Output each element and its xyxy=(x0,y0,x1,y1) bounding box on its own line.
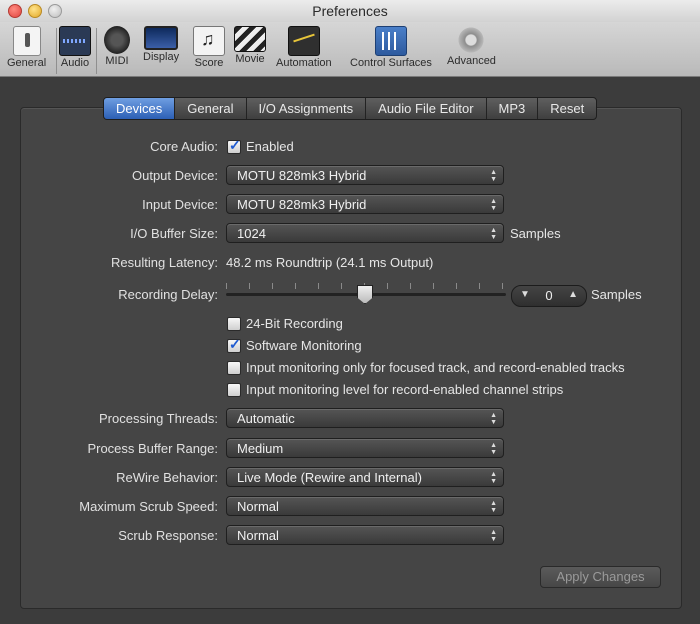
software-monitoring-label: Software Monitoring xyxy=(246,338,362,353)
toolbar-divider xyxy=(96,28,97,74)
max-scrub-speed-value: Normal xyxy=(237,499,279,514)
max-scrub-speed-label: Maximum Scrub Speed: xyxy=(79,499,218,514)
processing-threads-popup[interactable]: Automatic ▲ ▼ xyxy=(226,408,504,428)
popup-arrows-icon: ▲ ▼ xyxy=(490,471,497,485)
toolbar-movie[interactable]: Movie xyxy=(234,24,266,65)
core-audio-enabled-checkbox[interactable]: ✓ xyxy=(227,137,241,154)
max-scrub-speed-popup[interactable]: Normal ▲ ▼ xyxy=(226,496,504,516)
toolbar-advanced[interactable]: Advanced xyxy=(447,24,496,67)
input-monitoring-level-checkbox[interactable] xyxy=(227,383,241,397)
processing-threads-label: Processing Threads: xyxy=(99,411,218,426)
scrub-response-value: Normal xyxy=(237,528,279,543)
toolbar-control-surfaces[interactable]: Control Surfaces xyxy=(350,24,432,69)
automation-curve-icon xyxy=(287,26,320,56)
stepper-increment-icon[interactable]: ▲ xyxy=(568,289,578,300)
process-buffer-range-popup[interactable]: Medium ▲ ▼ xyxy=(226,438,504,458)
toolbar-general[interactable]: General xyxy=(7,24,46,69)
processing-threads-value: Automatic xyxy=(237,411,295,426)
tab-audio-file-editor[interactable]: Audio File Editor xyxy=(366,98,487,119)
display-monitor-icon xyxy=(144,26,179,50)
popup-arrows-icon: ▲ ▼ xyxy=(490,500,497,514)
checkmark-icon: ✓ xyxy=(229,137,241,153)
toolbar-advanced-label: Advanced xyxy=(447,55,496,67)
output-device-label: Output Device: xyxy=(132,168,218,183)
checkmark-icon: ✓ xyxy=(229,336,241,352)
preferences-toolbar: General Audio MIDI Display Score Movie A… xyxy=(0,22,700,77)
io-buffer-size-label: I/O Buffer Size: xyxy=(130,226,218,241)
popup-arrows-icon: ▲ ▼ xyxy=(490,227,497,241)
toolbar-display[interactable]: Display xyxy=(143,24,179,63)
24-bit-recording-checkbox[interactable] xyxy=(227,317,241,331)
tab-reset[interactable]: Reset xyxy=(538,98,596,119)
audio-waveform-icon xyxy=(59,26,91,56)
tab-devices[interactable]: Devices xyxy=(104,98,176,119)
io-buffer-size-unit: Samples xyxy=(510,226,561,241)
resulting-latency-label: Resulting Latency: xyxy=(111,255,218,270)
io-buffer-size-value: 1024 xyxy=(237,226,266,241)
24-bit-recording-label: 24-Bit Recording xyxy=(246,316,343,331)
toolbar-score[interactable]: Score xyxy=(193,24,225,69)
toolbar-divider xyxy=(56,28,57,74)
toolbar-midi-label: MIDI xyxy=(105,55,129,67)
scrub-response-popup[interactable]: Normal ▲ ▼ xyxy=(226,525,504,545)
toolbar-control-surfaces-label: Control Surfaces xyxy=(350,57,432,69)
io-buffer-size-popup[interactable]: 1024 ▲ ▼ xyxy=(226,223,504,243)
resulting-latency-value: 48.2 ms Roundtrip (24.1 ms Output) xyxy=(226,255,434,270)
output-device-popup[interactable]: MOTU 828mk3 Hybrid ▲ ▼ xyxy=(226,165,504,185)
input-monitoring-focused-checkbox[interactable] xyxy=(227,361,241,375)
tab-io-assignments[interactable]: I/O Assignments xyxy=(247,98,367,119)
input-device-label: Input Device: xyxy=(142,197,218,212)
popup-arrows-icon: ▲ ▼ xyxy=(490,529,497,543)
popup-arrows-icon: ▲ ▼ xyxy=(490,198,497,212)
toolbar-general-label: General xyxy=(7,57,47,69)
toolbar-audio-label: Audio xyxy=(60,57,90,69)
apply-changes-button[interactable]: Apply Changes xyxy=(540,566,661,588)
title-bar: Preferences xyxy=(0,0,700,23)
rewire-behavior-label: ReWire Behavior: xyxy=(116,470,218,485)
popup-arrows-icon: ▲ ▼ xyxy=(490,412,497,426)
core-audio-enabled-label: Enabled xyxy=(246,139,294,154)
process-buffer-range-value: Medium xyxy=(237,441,284,456)
toolbar-midi[interactable]: MIDI xyxy=(104,24,130,67)
tab-general[interactable]: General xyxy=(175,98,247,119)
recording-delay-stepper[interactable]: ▼ 0 ▲ xyxy=(511,285,587,307)
scrub-response-label: Scrub Response: xyxy=(118,528,218,543)
input-monitoring-level-label: Input monitoring level for record-enable… xyxy=(246,382,564,397)
toolbar-automation[interactable]: Automation xyxy=(276,24,332,69)
window-title: Preferences xyxy=(312,3,388,19)
preferences-tab-bar: Devices General I/O Assignments Audio Fi… xyxy=(103,97,598,120)
core-audio-label: Core Audio: xyxy=(150,139,218,154)
input-device-value: MOTU 828mk3 Hybrid xyxy=(237,197,367,212)
popup-arrows-icon: ▲ ▼ xyxy=(490,442,497,456)
advanced-gear-icon xyxy=(456,26,487,54)
recording-delay-unit: Samples xyxy=(591,287,642,302)
process-buffer-range-label: Process Buffer Range: xyxy=(87,441,218,456)
recording-delay-label: Recording Delay: xyxy=(118,287,218,302)
toolbar-movie-label: Movie xyxy=(235,53,265,65)
toolbar-score-label: Score xyxy=(194,57,224,69)
control-surfaces-faders-icon xyxy=(374,26,407,56)
toolbar-automation-label: Automation xyxy=(276,57,332,69)
rewire-behavior-popup[interactable]: Live Mode (Rewire and Internal) ▲ ▼ xyxy=(226,467,504,487)
score-notes-icon xyxy=(193,26,225,56)
software-monitoring-checkbox[interactable]: ✓ xyxy=(227,336,241,353)
toolbar-display-label: Display xyxy=(143,51,180,63)
midi-connector-icon xyxy=(104,26,130,54)
input-monitoring-focused-label: Input monitoring only for focused track,… xyxy=(246,360,625,375)
tab-mp3[interactable]: MP3 xyxy=(487,98,539,119)
input-device-popup[interactable]: MOTU 828mk3 Hybrid ▲ ▼ xyxy=(226,194,504,214)
rewire-behavior-value: Live Mode (Rewire and Internal) xyxy=(237,470,422,485)
movie-clapper-icon xyxy=(234,26,266,52)
output-device-value: MOTU 828mk3 Hybrid xyxy=(237,168,367,183)
general-switch-icon xyxy=(12,26,41,56)
popup-arrows-icon: ▲ ▼ xyxy=(490,169,497,183)
toolbar-audio[interactable]: Audio xyxy=(59,24,91,69)
